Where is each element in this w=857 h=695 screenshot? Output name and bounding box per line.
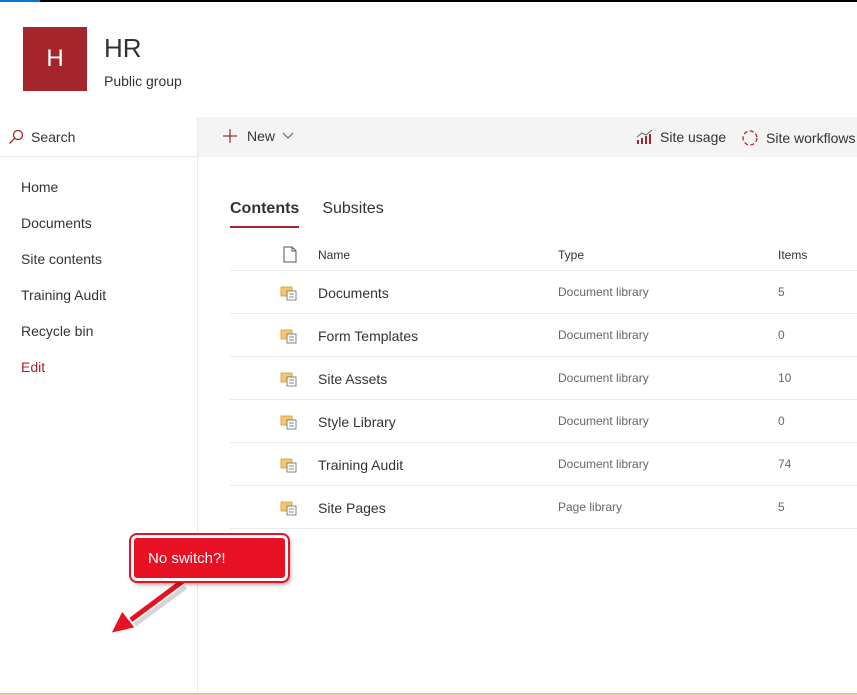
- library-icon: [280, 457, 298, 478]
- sharepoint-page: H HR Public group Search Home Documents …: [0, 0, 857, 695]
- file-type-icon: [283, 246, 297, 268]
- annotation-text: No switch?!: [148, 550, 226, 567]
- tab-bar: Contents Subsites: [230, 200, 407, 228]
- top-border: [0, 0, 857, 2]
- site-usage-label: Site usage: [660, 129, 727, 145]
- row-items: 5: [778, 285, 785, 299]
- table-row[interactable]: Style Library Document library 0: [230, 400, 857, 443]
- nav-item-training-audit[interactable]: Training Audit: [21, 287, 106, 323]
- table-row[interactable]: Form Templates Document library 0: [230, 314, 857, 357]
- plus-icon: [223, 129, 237, 143]
- row-type: Document library: [558, 285, 649, 299]
- left-navigation: Search Home Documents Site contents Trai…: [0, 117, 198, 693]
- row-type: Document library: [558, 414, 649, 428]
- library-icon: [280, 371, 298, 392]
- row-items: 74: [778, 457, 792, 471]
- nav-item-home[interactable]: Home: [21, 179, 106, 215]
- table-header: Name Type Items: [230, 240, 857, 271]
- row-name[interactable]: Documents: [318, 285, 389, 301]
- table-row[interactable]: Site Pages Page library 5: [230, 486, 857, 529]
- nav-list: Home Documents Site contents Training Au…: [21, 179, 106, 395]
- top-accent: [0, 0, 40, 2]
- row-name[interactable]: Site Assets: [318, 371, 387, 387]
- row-name[interactable]: Form Templates: [318, 328, 418, 344]
- row-name[interactable]: Training Audit: [318, 457, 403, 473]
- site-workflows-label: Site workflows: [766, 130, 856, 146]
- site-workflows-icon: [742, 130, 758, 146]
- tab-contents[interactable]: Contents: [230, 200, 300, 228]
- table-row[interactable]: Training Audit Document library 74: [230, 443, 857, 486]
- library-icon: [280, 414, 298, 435]
- library-icon: [280, 328, 298, 349]
- search-box[interactable]: Search: [0, 117, 197, 157]
- search-label: Search: [31, 128, 76, 145]
- row-name[interactable]: Style Library: [318, 414, 396, 430]
- site-subtitle: Public group: [104, 73, 182, 89]
- table-row[interactable]: Site Assets Document library 10: [230, 357, 857, 400]
- row-type: Page library: [558, 500, 623, 514]
- nav-edit-link[interactable]: Edit: [21, 359, 106, 395]
- row-type: Document library: [558, 328, 649, 342]
- row-items: 10: [778, 371, 792, 385]
- annotation-callout: No switch?!: [129, 533, 290, 583]
- column-header-type[interactable]: Type: [558, 248, 584, 262]
- site-usage-button[interactable]: Site usage: [636, 129, 726, 145]
- library-icon: [280, 500, 298, 521]
- new-button[interactable]: New: [222, 128, 294, 144]
- tab-subsites[interactable]: Subsites: [322, 200, 383, 228]
- row-items: 0: [778, 328, 785, 342]
- site-usage-icon: [636, 129, 653, 144]
- site-title[interactable]: HR: [104, 33, 142, 64]
- nav-item-documents[interactable]: Documents: [21, 215, 106, 251]
- column-header-name[interactable]: Name: [318, 248, 350, 262]
- chevron-down-icon: [282, 132, 294, 139]
- contents-table: Name Type Items Documents Document libra…: [230, 240, 857, 529]
- nav-item-recycle-bin[interactable]: Recycle bin: [21, 323, 106, 359]
- row-items: 0: [778, 414, 785, 428]
- site-workflows-button[interactable]: Site workflows: [741, 129, 855, 147]
- library-icon: [280, 285, 298, 306]
- new-label: New: [247, 128, 276, 144]
- row-items: 5: [778, 500, 785, 514]
- table-row[interactable]: Documents Document library 5: [230, 271, 857, 314]
- row-type: Document library: [558, 457, 649, 471]
- search-icon: [9, 129, 24, 144]
- row-type: Document library: [558, 371, 649, 385]
- column-header-items[interactable]: Items: [778, 248, 807, 262]
- command-bar: New Site usage Site workflows: [198, 117, 857, 157]
- row-name[interactable]: Site Pages: [318, 500, 386, 516]
- nav-item-site-contents[interactable]: Site contents: [21, 251, 106, 287]
- site-logo[interactable]: H: [23, 27, 87, 91]
